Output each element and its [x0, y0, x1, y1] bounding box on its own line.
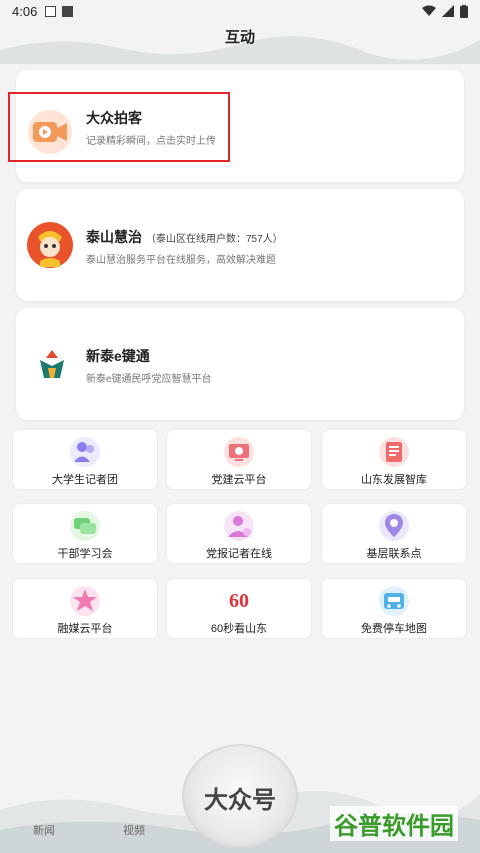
grid-item-sixty-seconds[interactable]: 60 60秒看山东: [166, 578, 312, 639]
watermark: 谷普软件园: [330, 806, 458, 841]
sixty-logo-text: 60: [229, 590, 249, 612]
center-dazhonghao-button[interactable]: 大众号: [182, 744, 298, 848]
grid-item-grassroots[interactable]: 基层联系点: [321, 503, 467, 564]
grid-item-label: 党建云平台: [211, 474, 267, 486]
grid-item-label: 大学生记者团: [52, 474, 118, 486]
battery-icon: [460, 4, 468, 18]
card-title: 泰山慧治 （泰山区在线用户数：757人）: [86, 229, 283, 245]
grid-item-think-tank[interactable]: 山东发展智库: [321, 429, 467, 490]
grid-item-students[interactable]: 大学生记者团: [12, 429, 158, 490]
card-description: 泰山慧治服务平台在线服务，高效解决难题: [86, 255, 276, 266]
grid-item-label: 基层联系点: [366, 548, 422, 560]
grid-item-reporter-online[interactable]: 党报记者在线: [166, 503, 312, 564]
center-button-label: 大众号: [204, 787, 276, 814]
grid-item-label: 党报记者在线: [206, 548, 272, 560]
sixty-icon: 60: [223, 585, 255, 617]
grid-item-label: 融媒云平台: [57, 623, 113, 635]
reporter-icon: [224, 511, 254, 541]
students-icon: [70, 437, 100, 467]
grid-item-cadre-study[interactable]: 干部学习会: [12, 503, 158, 564]
notification-a-icon: [45, 5, 57, 17]
highlight-box: [8, 92, 230, 162]
online-users-count: （泰山区在线用户数：757人）: [146, 234, 283, 245]
wifi-icon: [422, 5, 436, 16]
status-time: 4:06: [12, 3, 38, 19]
location-pin-icon: [379, 511, 409, 541]
mascot-avatar-icon: [27, 222, 73, 268]
car-map-icon: [379, 586, 409, 616]
xintai-logo-icon: [40, 350, 64, 378]
card-description: 新泰e键通民呼党应智慧平台: [86, 374, 212, 385]
grid-item-label: 干部学习会: [57, 548, 113, 560]
tab-news[interactable]: 新闻: [33, 822, 55, 838]
grid-item-label: 免费停车地图: [361, 623, 427, 635]
signal-icon: [442, 5, 454, 17]
grid-item-label: 山东发展智库: [361, 474, 427, 486]
chat-bubbles-icon: [70, 511, 100, 541]
status-bar: 4:06: [0, 0, 480, 22]
grid-item-party-cloud[interactable]: 党建云平台: [166, 429, 312, 490]
grid-item-parking-map[interactable]: 免费停车地图: [321, 578, 467, 639]
party-cloud-icon: [224, 437, 254, 467]
card-title: 新泰e键通: [86, 348, 150, 364]
star-icon: [70, 586, 100, 616]
grid-item-media-cloud[interactable]: 融媒云平台: [12, 578, 158, 639]
grid-item-label: 60秒看山东: [210, 623, 268, 635]
tab-video[interactable]: 视频: [123, 822, 145, 838]
card-taishan-huizhi[interactable]: 泰山慧治 （泰山区在线用户数：757人） 泰山慧治服务平台在线服务，高效解决难题: [16, 189, 464, 301]
news-icon: [379, 437, 409, 467]
notification-square-icon: [62, 5, 74, 17]
page-title: 互动: [224, 29, 255, 46]
card-xintai-ejiantong[interactable]: 新泰e键通 新泰e键通民呼党应智慧平台: [16, 308, 464, 420]
